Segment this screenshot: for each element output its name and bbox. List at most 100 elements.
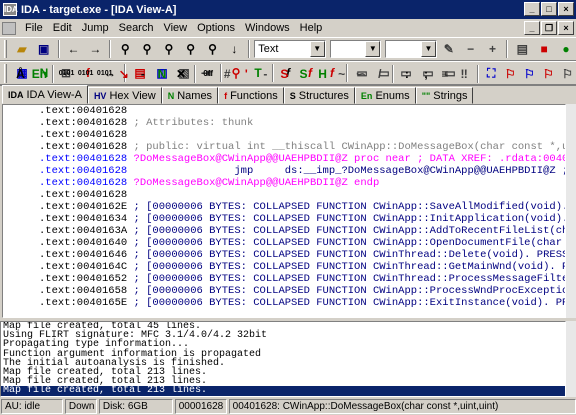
status-offset: 00001628 xyxy=(174,399,227,414)
disasm-line[interactable]: .text:00401628 xyxy=(3,105,565,117)
disassembly-scrollbar[interactable] xyxy=(566,104,576,318)
bitwise-icon[interactable]: ∽ xyxy=(352,64,369,84)
disasm-line[interactable]: .text:00401658 ; [00000006 BYTES: COLLAP… xyxy=(3,285,565,297)
minus-icon[interactable]: − xyxy=(461,39,481,59)
name-n-icon[interactable]: N xyxy=(153,64,170,84)
menu-windows[interactable]: Windows xyxy=(240,22,295,34)
forward-arrow-icon[interactable]: → xyxy=(85,39,105,59)
save-icon[interactable]: ▣ xyxy=(34,39,54,59)
colon-icon[interactable]: : xyxy=(398,64,415,84)
menu-bar: File Edit Jump Search View Options Windo… xyxy=(0,19,576,37)
number-icon[interactable]: # xyxy=(219,64,236,84)
jump-down-icon[interactable]: ↓ xyxy=(224,39,244,59)
disasm-line[interactable]: .text:00401628 ?DoMessageBox@CWinApp@@UA… xyxy=(3,153,565,165)
disassembly-view[interactable]: .text:00401628 .text:00401628 ; Attribute… xyxy=(2,104,566,318)
search-binary-icon[interactable]: ⚲ xyxy=(181,39,201,59)
tab-names[interactable]: N Names xyxy=(161,87,219,104)
disasm-line[interactable]: .text:0040162E ; [00000006 BYTES: COLLAP… xyxy=(3,201,565,213)
hex-h-icon[interactable]: H xyxy=(314,64,331,84)
mdi-minimize-button[interactable]: _ xyxy=(524,21,540,35)
mdi-restore-button[interactable]: ❐ xyxy=(541,21,557,35)
tab-ida-view-a[interactable]: IDA IDA View-A xyxy=(2,85,88,104)
menu-options[interactable]: Options xyxy=(192,22,240,34)
menu-file[interactable]: File xyxy=(20,22,48,34)
menu-jump[interactable]: Jump xyxy=(77,22,114,34)
segment-type-combo[interactable]: Text ▼ xyxy=(254,40,326,58)
segment-s-icon[interactable]: S xyxy=(295,64,312,84)
plus-icon[interactable]: + xyxy=(483,39,503,59)
stack-icon[interactable]: / xyxy=(371,64,388,84)
menu-help[interactable]: Help xyxy=(295,22,328,34)
struct-s-icon[interactable]: S xyxy=(276,64,293,84)
run-icon[interactable]: ● xyxy=(556,39,576,59)
enum-icon[interactable]: En xyxy=(31,64,48,84)
hier-4-icon[interactable]: ⚐ xyxy=(559,64,576,84)
field-combo[interactable]: ▼ xyxy=(329,40,382,58)
maximize-button[interactable]: □ xyxy=(541,2,557,16)
open-file-icon[interactable]: ▰ xyxy=(12,39,32,59)
hierarchy-icon[interactable]: ⚐ xyxy=(502,64,519,84)
binoculars-icon[interactable]: ⚲ xyxy=(115,39,135,59)
disasm-line[interactable]: .text:0040165E ; [00000006 BYTES: COLLAP… xyxy=(3,297,565,309)
negate-icon[interactable]: - xyxy=(257,64,274,84)
disasm-line[interactable]: .text:00401640 ; [00000006 BYTES: COLLAP… xyxy=(3,237,565,249)
tab-enums[interactable]: En Enums xyxy=(354,87,416,104)
disasm-line[interactable]: .text:00401628 xyxy=(3,189,565,201)
ptr-icon[interactable]: ‼ xyxy=(456,64,473,84)
undefine-x-icon[interactable]: ✕ xyxy=(172,64,189,84)
mdi-window-icon[interactable] xyxy=(2,21,16,35)
code-arrow-icon[interactable]: ↘ xyxy=(115,64,132,84)
disasm-line[interactable]: .text:00401652 ; [00000006 BYTES: COLLAP… xyxy=(3,273,565,285)
data-0101-icon[interactable]: 0101 xyxy=(58,64,75,84)
search-immediate-icon[interactable]: ⚲ xyxy=(203,39,223,59)
pen-icon[interactable]: ✎ xyxy=(439,39,459,59)
menu-edit[interactable]: Edit xyxy=(48,22,77,34)
not-icon[interactable]: ~ xyxy=(333,64,350,84)
search-text-icon[interactable]: ⚲ xyxy=(159,39,179,59)
tree-icon[interactable]: ⛶ xyxy=(483,64,500,84)
value-combo[interactable]: ▼ xyxy=(385,40,437,58)
window-title: IDA - target.exe - [IDA View-A] xyxy=(21,3,177,16)
tab-hex-view[interactable]: HV Hex View xyxy=(87,87,162,104)
status-bar: AU: idle Down Disk: 6GB 00001628 0040162… xyxy=(0,398,576,415)
char-icon[interactable]: ' xyxy=(238,64,255,84)
disasm-text: ; [00000006 BYTES: COLLAPSED FUNCTION CW… xyxy=(127,273,566,285)
disasm-address: .text:00401634 xyxy=(39,213,128,225)
data-dat-icon[interactable]: 0101 xyxy=(77,64,94,84)
menu-view[interactable]: View xyxy=(158,22,192,34)
disasm-line[interactable]: .text:00401634 ; [00000006 BYTES: COLLAP… xyxy=(3,213,565,225)
list-icon[interactable]: ▤ xyxy=(512,39,532,59)
hier-2-icon[interactable]: ⚐ xyxy=(521,64,538,84)
enums-tab-icon: En xyxy=(360,90,373,101)
tab-structures[interactable]: S Structures xyxy=(283,87,355,104)
menu-search[interactable]: Search xyxy=(114,22,159,34)
stop-icon[interactable]: ■ xyxy=(534,39,554,59)
ins-line-icon[interactable]: ≡ xyxy=(437,64,454,84)
disasm-address: .text:00401652 xyxy=(39,273,128,285)
data-minus-icon[interactable]: - xyxy=(134,64,151,84)
disasm-line[interactable]: .text:00401628 ; Attributes: thunk xyxy=(3,117,565,129)
output-window[interactable]: Map file created, total 45 lines. Using F… xyxy=(0,321,566,397)
disasm-line[interactable]: .text:00401628 jmp ds:__imp_?DoMessageBo… xyxy=(3,165,565,177)
disasm-line[interactable]: .text:0040164C ; [00000006 BYTES: COLLAP… xyxy=(3,261,565,273)
disasm-line[interactable]: .text:00401628 ; public: virtual int __t… xyxy=(3,141,565,153)
mdi-close-button[interactable]: × xyxy=(558,21,574,35)
disasm-line[interactable]: .text:00401628 ?DoMessageBox@CWinApp@@UA… xyxy=(3,177,565,189)
output-line[interactable]: Map file created, total 213 lines. xyxy=(1,386,565,396)
disasm-text: ?DoMessageBox@CWinApp@@UAEHPBDII@Z proc … xyxy=(127,153,566,165)
output-scrollbar[interactable] xyxy=(566,321,576,397)
disasm-line[interactable]: .text:0040163A ; [00000006 BYTES: COLLAP… xyxy=(3,225,565,237)
disasm-line[interactable]: .text:00401628 xyxy=(3,129,565,141)
close-button[interactable]: × xyxy=(558,2,574,16)
analyze-icon[interactable]: Å xyxy=(12,64,29,84)
tab-functions[interactable]: f Functions xyxy=(218,87,284,104)
offset-icon[interactable]: 0ff xyxy=(200,64,217,84)
back-arrow-icon[interactable]: ← xyxy=(64,39,84,59)
hier-3-icon[interactable]: ⚐ xyxy=(540,64,557,84)
disasm-line[interactable]: .text:00401646 ; [00000006 BYTES: COLLAP… xyxy=(3,249,565,261)
minimize-button[interactable]: _ xyxy=(524,2,540,16)
tab-strings[interactable]: "" Strings xyxy=(415,87,474,104)
semicolon-icon[interactable]: ; xyxy=(417,64,434,84)
binoculars-next-icon[interactable]: ⚲ xyxy=(137,39,157,59)
data-dbt-icon[interactable]: 0101 xyxy=(96,64,113,84)
